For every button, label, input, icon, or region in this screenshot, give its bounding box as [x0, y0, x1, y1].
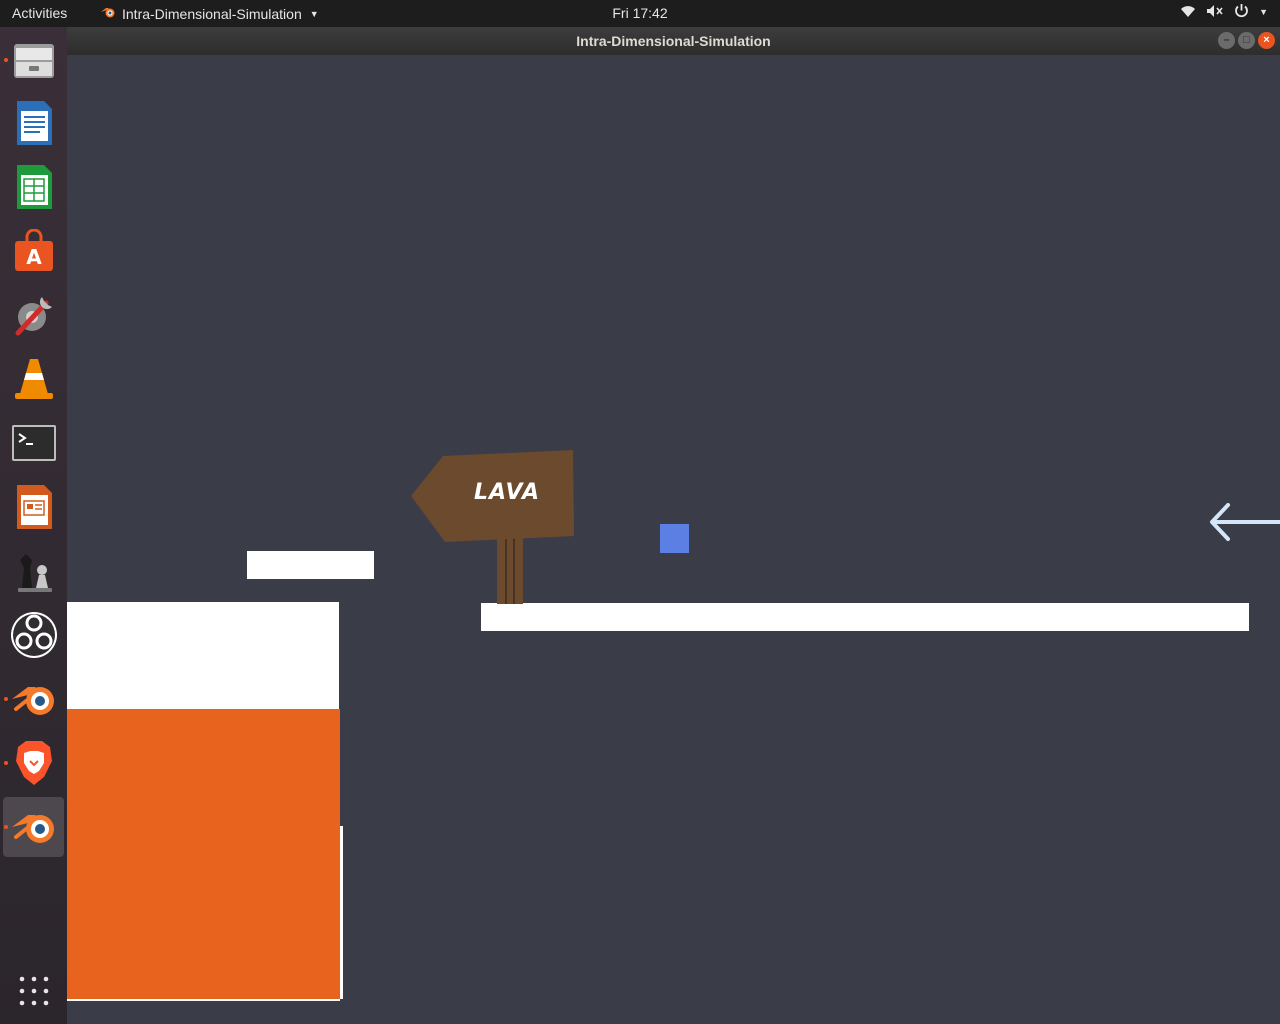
svg-text:A: A — [26, 245, 42, 269]
traffic-cone-icon — [14, 359, 53, 399]
dock-item-brave[interactable] — [3, 733, 64, 793]
top-bar: Activities Intra-Dimensional-Simulation … — [0, 0, 1280, 27]
running-indicator — [4, 825, 8, 829]
grid-dots-icon — [19, 976, 48, 1006]
close-button[interactable]: × — [1258, 32, 1275, 49]
wifi-icon — [1180, 4, 1196, 21]
left-arrow-icon — [1208, 503, 1280, 543]
dock-item-blender[interactable] — [3, 669, 64, 729]
window-titlebar[interactable]: Intra-Dimensional-Simulation – □ × — [67, 27, 1280, 55]
chess-pieces-icon — [17, 554, 52, 592]
obs-icon — [10, 612, 57, 658]
dock-item-obs[interactable] — [3, 605, 64, 665]
file-cabinet-icon — [13, 44, 54, 78]
dock-item-files[interactable] — [3, 30, 64, 90]
dock-item-terminal[interactable] — [3, 413, 64, 473]
app-menu[interactable]: Intra-Dimensional-Simulation ▼ — [100, 5, 319, 22]
dock-item-calc[interactable] — [3, 157, 64, 217]
blender-icon — [11, 687, 54, 715]
dock-item-blender-active[interactable] — [3, 797, 64, 857]
chevron-down-icon: ▼ — [309, 8, 319, 19]
white-platform-left — [67, 602, 339, 709]
blender-icon — [11, 815, 54, 843]
window-title: Intra-Dimensional-Simulation — [576, 33, 771, 49]
minimize-icon: – — [1223, 34, 1230, 46]
software-bag-icon: A — [14, 229, 53, 271]
power-icon — [1234, 3, 1249, 21]
calc-icon — [16, 165, 52, 209]
dock: A — [0, 27, 67, 1024]
clock[interactable]: Fri 17:42 — [612, 5, 667, 21]
dock-item-chess[interactable] — [3, 541, 64, 601]
running-indicator — [4, 697, 8, 701]
window-controls: – □ × — [1218, 32, 1275, 49]
activities-button[interactable]: Activities — [12, 5, 67, 21]
lava-pool-bottom-edge — [67, 999, 340, 1001]
dock-item-software[interactable]: A — [3, 221, 64, 281]
running-indicator — [4, 761, 8, 765]
tools-gear-icon — [15, 297, 52, 336]
terminal-icon — [11, 425, 56, 461]
maximize-icon: □ — [1243, 34, 1250, 46]
dock-item-writer[interactable] — [3, 93, 64, 153]
show-applications-button[interactable] — [3, 961, 64, 1021]
lava-pool — [67, 709, 340, 999]
dock-item-vlc[interactable] — [3, 349, 64, 409]
player-character — [660, 524, 689, 553]
blender-icon — [100, 5, 116, 22]
chevron-down-icon: ▼ — [1259, 7, 1268, 17]
lava-pool-edge — [340, 826, 343, 999]
minimize-button[interactable]: – — [1218, 32, 1235, 49]
running-indicator — [4, 58, 8, 62]
lava-sign: LAVA — [411, 448, 576, 604]
dock-item-system-tools[interactable] — [3, 285, 64, 345]
system-tray[interactable]: ▼ — [1180, 3, 1268, 21]
maximize-button[interactable]: □ — [1238, 32, 1255, 49]
impress-icon — [16, 485, 52, 529]
dock-item-impress[interactable] — [3, 477, 64, 537]
lava-sign-text: LAVA — [473, 480, 541, 505]
writer-icon — [16, 101, 52, 145]
white-platform-long — [481, 603, 1249, 631]
game-viewport[interactable]: LAVA — [67, 55, 1280, 1024]
brave-lion-icon — [15, 741, 52, 785]
app-menu-label: Intra-Dimensional-Simulation — [122, 5, 302, 22]
floating-platform — [247, 551, 374, 579]
close-icon: × — [1263, 34, 1270, 46]
volume-muted-icon — [1206, 4, 1224, 21]
